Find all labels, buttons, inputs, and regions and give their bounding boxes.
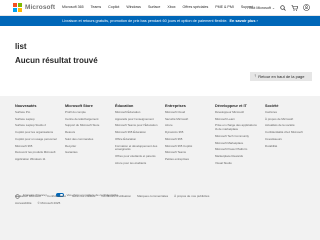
footer-link[interactable]: Durabilité <box>265 144 309 149</box>
nav-link-teams[interactable]: Teams <box>91 5 102 9</box>
footer-link[interactable]: Microsoft 365 Copilot <box>165 144 209 149</box>
footer-column-heading: Éducation <box>115 104 134 108</box>
promo-banner: Livraison et retours gratuits, promotion… <box>0 16 320 26</box>
footer-columns: Nouveautés Surface Pro Surface Laptop Su… <box>15 104 315 168</box>
footer-link[interactable]: Garanties <box>65 151 109 155</box>
footer-link[interactable]: Profil du compte <box>65 110 109 115</box>
footer-link[interactable]: Microsoft 365 <box>165 137 209 142</box>
footer-column-company: Société Carrières À propos de Microsoft … <box>265 104 315 168</box>
footer-link[interactable]: Azure <box>165 124 209 128</box>
promo-banner-text: Livraison et retours gratuits, promotion… <box>62 19 228 23</box>
footer-link[interactable]: Carrières <box>265 110 309 115</box>
footer-link[interactable]: Microsoft Teams <box>165 151 209 155</box>
footer-link[interactable]: Offres pour étudiants et parents <box>115 154 159 159</box>
promo-banner-link[interactable]: En savoir plus › <box>229 19 257 23</box>
footer-link[interactable]: Surface Laptop <box>15 117 59 122</box>
footer-bottom: Accessibilité © Microsoft 2025 <box>15 201 60 205</box>
footer-link[interactable]: Marketplace Rewards <box>215 154 259 159</box>
footer-column-heading: Entreprises <box>165 104 186 108</box>
footer-link[interactable]: Actualités de la société <box>265 124 309 128</box>
legal-link-ads[interactable]: À propos de nos publicités <box>174 194 209 198</box>
footer-column-education: Éducation Microsoft Éducation Appareils … <box>115 104 165 168</box>
footer-link[interactable]: Copilot pour les organisations <box>15 130 59 135</box>
footer-column-heading: Microsoft Store <box>65 104 93 108</box>
nav-link-xbox[interactable]: Xbox <box>167 5 175 9</box>
legal-link-contact[interactable]: Contacter Microsoft <box>15 194 41 198</box>
nav-link-deals[interactable]: Offres spéciales <box>183 5 209 9</box>
footer-link[interactable]: Confidentialité chez Microsoft <box>265 130 309 135</box>
footer-link[interactable]: Microsoft Teams pour l'Éducation <box>115 124 159 128</box>
legal-links: Contacter Microsoft Confidentialité Gére… <box>15 194 209 198</box>
footer-link[interactable]: Visual Studio <box>215 161 259 166</box>
footer-link[interactable]: Centre de téléchargement <box>65 117 109 122</box>
header-actions: Tout Microsoft ⌄ <box>249 4 310 11</box>
footer-link[interactable]: Microsoft Learn <box>215 117 259 122</box>
microsoft-logo-link[interactable]: Microsoft <box>13 3 55 12</box>
footer-link[interactable]: Dynamics 365 <box>165 130 209 135</box>
page-title: list <box>15 42 27 51</box>
footer-link[interactable]: Microsoft Marketplace <box>215 141 259 146</box>
footer-column-microsoft-store: Microsoft Store Profil du compte Centre … <box>65 104 115 168</box>
all-microsoft-menu[interactable]: Tout Microsoft ⌄ <box>249 6 275 10</box>
nav-link-windows[interactable]: Windows <box>126 5 141 9</box>
footer-link[interactable]: Recycler <box>65 144 109 149</box>
nav-link-microsoft-365[interactable]: Microsoft 365 <box>62 5 84 9</box>
footer-link[interactable]: Microsoft 365 <box>15 144 59 149</box>
logo-square-green <box>18 3 22 7</box>
cart-icon[interactable] <box>291 4 298 11</box>
nav-link-surface[interactable]: Surface <box>148 5 160 9</box>
no-results-message: Aucun résultat trouvé <box>15 56 98 65</box>
account-avatar-icon[interactable] <box>303 4 310 11</box>
back-to-top-button[interactable]: ↑ Retour en haut de la page <box>250 72 312 81</box>
footer-link[interactable]: Office Éducation <box>115 137 159 142</box>
footer-link[interactable]: Formation et développement des enseignan… <box>115 144 159 152</box>
footer-link[interactable]: Application Windows 11 <box>15 157 59 162</box>
footer-link[interactable]: Microsoft 365 Éducation <box>115 130 159 135</box>
arrow-up-icon: ↑ <box>254 73 257 79</box>
copyright: © Microsoft 2025 <box>37 201 61 205</box>
logo-square-red <box>13 3 17 7</box>
footer-column-developer-it: Développeur et IT Développeur Microsoft … <box>215 104 265 168</box>
footer-column-heading: Nouveautés <box>15 104 37 108</box>
nav-link-business[interactable]: PME & PMI <box>215 5 234 9</box>
footer-link[interactable]: À propos de Microsoft <box>265 117 309 122</box>
footer-link[interactable]: Microsoft Éducation <box>115 110 159 115</box>
footer-link[interactable]: Copilot pour un usage personnel <box>15 137 59 142</box>
footer-link[interactable]: Retours <box>65 130 109 135</box>
footer-link[interactable]: Azure pour les étudiants <box>115 161 159 166</box>
footer-link[interactable]: Appareils pour l'enseignement <box>115 117 159 122</box>
footer-link[interactable]: Développeur Microsoft <box>215 110 259 115</box>
logo-square-yellow <box>18 8 22 12</box>
site-footer: Nouveautés Surface Pro Surface Laptop Su… <box>0 96 320 240</box>
footer-column-whats-new: Nouveautés Surface Pro Surface Laptop Su… <box>15 104 65 168</box>
footer-link[interactable]: Surface Laptop Studio 2 <box>15 124 59 128</box>
brand-name: Microsoft <box>25 4 56 11</box>
footer-link[interactable]: Microsoft Tech Community <box>215 134 259 139</box>
search-icon[interactable] <box>280 4 286 11</box>
footer-link[interactable]: Investisseurs <box>265 137 309 142</box>
footer-link[interactable]: Surface Pro <box>15 110 59 115</box>
footer-column-heading: Développeur et IT <box>215 104 247 108</box>
nav-link-copilot[interactable]: Copilot <box>108 5 119 9</box>
legal-link-terms[interactable]: Conditions d'utilisation <box>101 194 131 198</box>
footer-link[interactable]: Prise en charge des applications IA de m… <box>215 123 259 131</box>
footer-link[interactable]: Microsoft Power Platform <box>215 148 259 152</box>
footer-link[interactable]: Support du Microsoft Store <box>65 124 109 128</box>
footer-link[interactable]: Découvrir les produits Microsoft <box>15 151 59 155</box>
top-navigation: Microsoft Microsoft 365 Teams Copilot Wi… <box>0 0 320 16</box>
footer-link[interactable]: Microsoft Cloud <box>165 110 209 115</box>
legal-link-privacy[interactable]: Confidentialité <box>47 194 66 198</box>
legal-link-cookies[interactable]: Gérer les cookies <box>72 194 95 198</box>
footer-column-heading: Société <box>265 104 279 108</box>
microsoft-logo-icon <box>13 3 22 12</box>
footer-column-business: Entreprises Microsoft Cloud Sécurité Mic… <box>165 104 215 168</box>
legal-link-accessibility[interactable]: Accessibilité <box>15 201 32 205</box>
footer-link[interactable]: Petites entreprises <box>165 157 209 162</box>
logo-square-blue <box>13 8 17 12</box>
footer-link[interactable]: Suivi des commandes <box>65 137 109 142</box>
main-nav: Microsoft 365 Teams Copilot Windows Surf… <box>62 5 253 9</box>
legal-link-trademarks[interactable]: Marques commerciales <box>137 194 168 198</box>
footer-link[interactable]: Sécurité Microsoft <box>165 117 209 122</box>
back-to-top-label: Retour en haut de la page <box>258 74 305 79</box>
